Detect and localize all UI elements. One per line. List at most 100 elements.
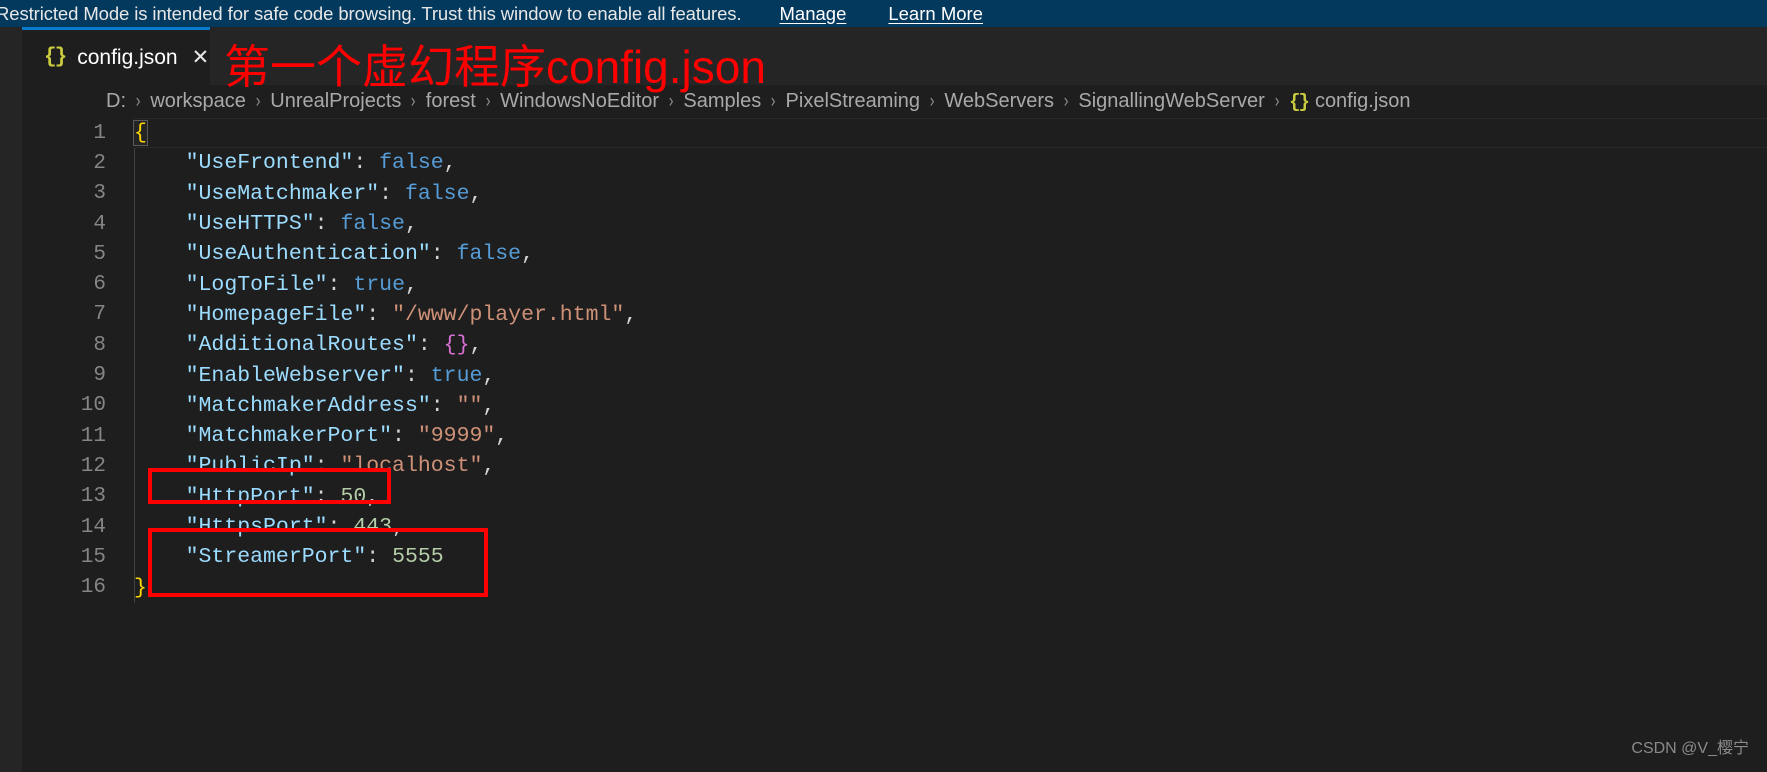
breadcrumb-item[interactable]: WebServers [944, 90, 1054, 113]
code-line-content: "HttpsPort": 443, [134, 515, 405, 539]
colon-token: : [314, 484, 341, 509]
chevron-right-icon: › [1063, 90, 1069, 112]
colon-token: : [327, 515, 354, 539]
code-line[interactable]: 11 "MatchmakerPort": "9999", [22, 421, 1767, 451]
line-number: 11 [80, 424, 106, 448]
colon-token: : [327, 272, 354, 297]
chevron-right-icon: › [1274, 90, 1280, 112]
json-value-token: 5555 [392, 545, 444, 570]
code-line[interactable]: 3 "UseMatchmaker": false, [22, 179, 1767, 209]
tab-config-json[interactable]: {} config.json ✕ [22, 27, 210, 85]
code-line-content: { [133, 120, 148, 147]
json-value-token: false [456, 242, 522, 267]
breadcrumb-item[interactable]: workspace [150, 90, 246, 113]
code-line[interactable]: 16} [22, 572, 1767, 602]
code-line[interactable]: 14 "HttpsPort": 443, [22, 512, 1767, 542]
breadcrumb-item-file[interactable]: config.json [1315, 90, 1411, 113]
json-braces-icon: {} [44, 46, 67, 69]
breadcrumb: D: › workspace › UnrealProjects › forest… [22, 85, 1767, 118]
breadcrumb-item[interactable]: PixelStreaming [786, 90, 921, 113]
open-brace-token: { [133, 120, 148, 147]
code-line-content: "UseAuthentication": false, [134, 242, 534, 266]
colon-token: : [379, 181, 405, 206]
code-line[interactable]: 5 "UseAuthentication": false, [22, 239, 1767, 269]
code-line-content: "LogToFile": true, [134, 273, 418, 297]
colon-token: : [314, 212, 341, 237]
code-line[interactable]: 2 "UseFrontend": false, [22, 148, 1767, 178]
line-number: 5 [93, 242, 106, 266]
json-key-token: "MatchmakerAddress" [185, 393, 431, 418]
code-line[interactable]: 10 "MatchmakerAddress": "", [22, 391, 1767, 421]
line-number: 1 [93, 121, 106, 145]
json-value-token: false [379, 151, 444, 176]
json-key-token: "HomepageFile" [185, 302, 367, 327]
close-icon[interactable]: ✕ [192, 47, 210, 68]
comma-token: , [624, 302, 638, 327]
code-line[interactable]: 15 "StreamerPort": 5555 [22, 542, 1767, 572]
code-line[interactable]: 7 "HomepageFile": "/www/player.html", [22, 300, 1767, 330]
comma-token: , [521, 242, 534, 267]
colon-token: : [430, 393, 457, 418]
breadcrumb-item[interactable]: Samples [683, 90, 761, 113]
json-value-token: "" [456, 393, 483, 418]
code-line[interactable]: 8 "AdditionalRoutes": {}, [22, 330, 1767, 360]
breadcrumb-item[interactable]: WindowsNoEditor [500, 90, 659, 113]
code-line[interactable]: 9 "EnableWebserver": true, [22, 360, 1767, 390]
json-value-token: true [430, 363, 483, 388]
code-editor[interactable]: 1{2 "UseFrontend": false, 3 "UseMatchmake… [22, 118, 1767, 772]
json-value-token: true [353, 272, 405, 297]
json-value-token: false [340, 212, 405, 237]
code-line[interactable]: 1{ [22, 118, 1767, 149]
json-key-token: "LogToFile" [185, 272, 328, 297]
code-line-content: "UseFrontend": false, [134, 151, 457, 175]
code-line[interactable]: 4 "UseHTTPS": false, [22, 209, 1767, 239]
tab-label: config.json [77, 45, 178, 69]
chevron-right-icon: › [255, 90, 261, 112]
json-value-token: {} [443, 333, 470, 358]
line-number: 16 [80, 576, 106, 600]
colon-token: : [430, 242, 457, 267]
code-line-content: "HttpPort": 50, [134, 484, 380, 509]
comma-token: , [469, 181, 483, 206]
json-key-token: "UseAuthentication" [185, 242, 431, 267]
comma-token: , [482, 363, 496, 388]
comma-token: , [482, 393, 496, 418]
learn-more-link[interactable]: Learn More [888, 3, 983, 25]
json-key-token: "StreamerPort" [185, 545, 367, 570]
editor-group: {} config.json ✕ D: › workspace › Unreal… [22, 27, 1767, 772]
editor-tab-bar: {} config.json ✕ [22, 27, 1767, 85]
line-number: 10 [80, 394, 106, 418]
json-key-token: "MatchmakerPort" [185, 424, 393, 449]
code-line[interactable]: 12 "PublicIp": "localhost", [22, 451, 1767, 481]
line-number: 4 [93, 212, 106, 236]
code-line-content: "MatchmakerAddress": "", [134, 393, 496, 418]
breadcrumb-item[interactable]: forest [426, 90, 476, 113]
breadcrumb-item[interactable]: SignallingWebServer [1078, 90, 1264, 113]
code-line[interactable]: 13 "HttpPort": 50, [22, 482, 1767, 512]
chevron-right-icon: › [771, 90, 776, 112]
chevron-right-icon: › [929, 90, 935, 112]
chevron-right-icon: › [135, 90, 141, 112]
json-key-token: "AdditionalRoutes" [185, 333, 418, 358]
code-line-content: "AdditionalRoutes": {}, [134, 333, 483, 358]
watermark: CSDN @V_樱宁 [1631, 740, 1749, 757]
vscode-window: Restricted Mode is intended for safe cod… [0, 0, 1767, 772]
code-line[interactable]: 6 "LogToFile": true, [22, 269, 1767, 299]
code-line-content: "HomepageFile": "/www/player.html", [134, 302, 638, 327]
breadcrumb-item[interactable]: UnrealProjects [270, 90, 401, 113]
manage-trust-link[interactable]: Manage [780, 3, 847, 25]
json-value-token: "/www/player.html" [392, 302, 625, 327]
breadcrumb-item[interactable]: D: [106, 90, 126, 113]
colon-token: : [366, 545, 393, 570]
json-key-token: "HttpPort" [185, 484, 315, 509]
colon-token: : [417, 333, 444, 358]
colon-token: : [392, 424, 418, 449]
